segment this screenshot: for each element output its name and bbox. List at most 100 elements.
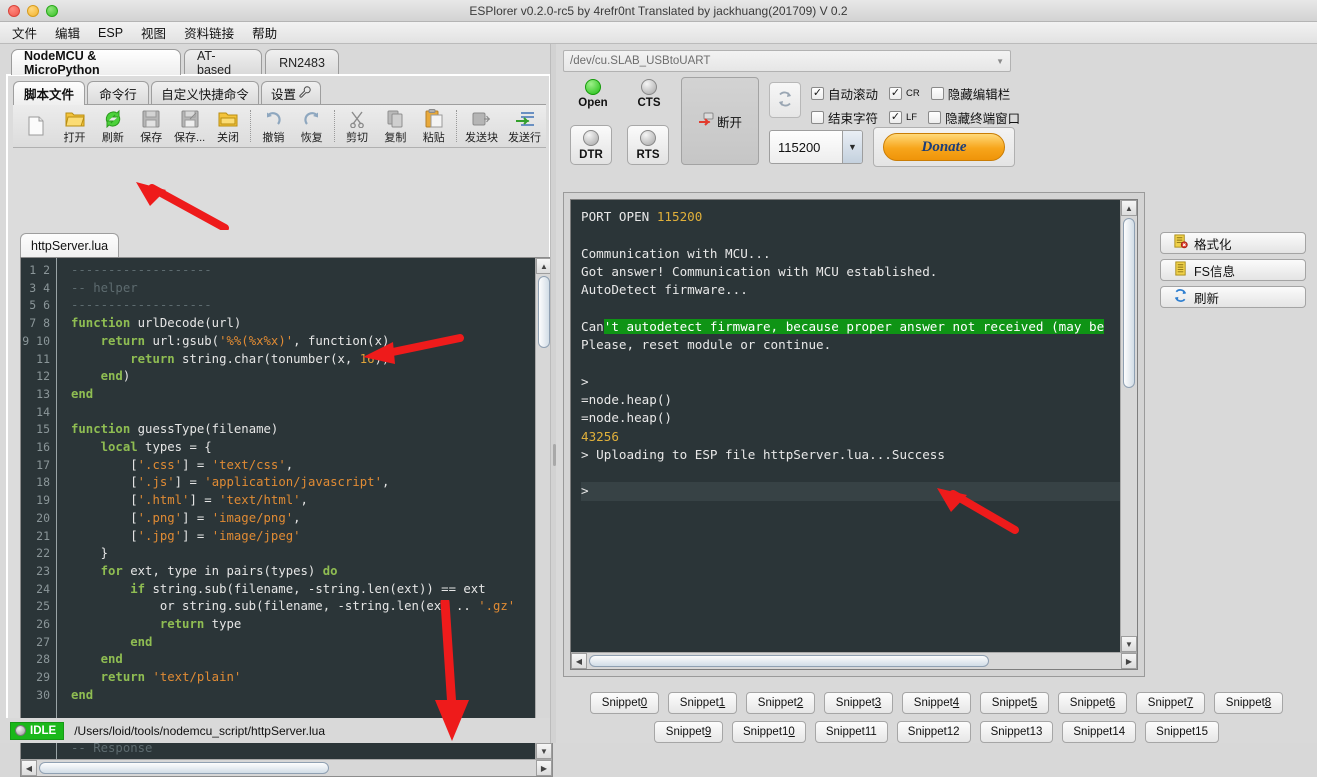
- snippet-button[interactable]: Snippet 7: [1136, 692, 1205, 714]
- donate-button[interactable]: Donate: [883, 133, 1005, 161]
- menu-esp[interactable]: ESP: [96, 25, 125, 41]
- hide-terminal-checkbox-box[interactable]: [928, 110, 942, 124]
- toolbar-cut[interactable]: 剪切: [338, 105, 376, 147]
- toolbar-open[interactable]: 打开: [55, 105, 93, 147]
- snippet-button[interactable]: Snippet 8: [1214, 692, 1283, 714]
- menu-help[interactable]: 帮助: [250, 22, 279, 43]
- snippet-button[interactable]: Snippet12: [896, 721, 971, 743]
- baudrate-combo[interactable]: 115200 ▼: [769, 130, 863, 164]
- disconnect-button[interactable]: 断开: [681, 77, 759, 165]
- snippet-button[interactable]: Snippet 4: [902, 692, 971, 714]
- tab-settings[interactable]: 设置: [261, 81, 321, 105]
- menu-links[interactable]: 资料链接: [182, 22, 236, 43]
- toolbar-save[interactable]: 保存: [132, 105, 170, 147]
- fs-info-button[interactable]: FS信息: [1160, 259, 1306, 281]
- terminal-horizontal-scrollbar[interactable]: ◀ ▶: [571, 652, 1137, 669]
- menu-view[interactable]: 视图: [139, 22, 168, 43]
- minimize-button[interactable]: [27, 5, 39, 17]
- toolbar-send-line[interactable]: 发送行: [503, 105, 546, 147]
- rts-button[interactable]: RTS: [627, 125, 669, 165]
- toolbar-redo[interactable]: 恢复: [293, 105, 331, 147]
- toolbar-send-block[interactable]: 发送块: [460, 105, 503, 147]
- toolbar-copy[interactable]: 复制: [376, 105, 414, 147]
- code-editor[interactable]: 1 2 3 4 5 6 7 8 9 10 11 12 13 14 15 16 1…: [20, 257, 553, 777]
- option-row-2: 结束字符 ✓ LF 隐藏终端窗口: [811, 105, 1031, 129]
- snippet-button[interactable]: Snippet 2: [746, 692, 815, 714]
- tab-nodemcu-micropython[interactable]: NodeMCU & MicroPython: [11, 49, 181, 77]
- fs-info-label: FS信息: [1194, 264, 1235, 279]
- toolbar-close-file[interactable]: 关闭: [209, 105, 247, 147]
- snippet-button[interactable]: Snippet 5: [980, 692, 1049, 714]
- tab-settings-label: 设置: [271, 88, 297, 102]
- scroll-left-arrow-icon[interactable]: ◀: [21, 760, 37, 776]
- editor-vscroll-thumb[interactable]: [538, 276, 550, 348]
- tab-rn2483[interactable]: RN2483: [265, 49, 339, 75]
- serial-port-combo[interactable]: /dev/cu.SLAB_USBtoUART ▼: [563, 50, 1011, 72]
- checkbox-hide-editor[interactable]: 隐藏编辑栏: [930, 84, 1010, 103]
- snippet-button[interactable]: Snippet 3: [824, 692, 893, 714]
- baudrate-chevron-down-icon[interactable]: ▼: [842, 131, 862, 163]
- toolbar-reload[interactable]: 刷新: [94, 105, 132, 147]
- terminator-checkbox-box[interactable]: [811, 110, 824, 124]
- terminal-scroll-down-arrow-icon[interactable]: ▼: [1121, 636, 1137, 652]
- zoom-button[interactable]: [46, 5, 58, 17]
- snippet-buttons: Snippet 0 Snippet 1 Snippet 2 Snippet 3 Snippet 4…: [556, 692, 1317, 750]
- toolbar-new-file[interactable]: [17, 105, 55, 147]
- tab-at-based[interactable]: AT-based: [184, 49, 262, 77]
- editor-horizontal-scrollbar[interactable]: ◀ ▶: [21, 759, 552, 776]
- terminal-vscroll-thumb[interactable]: [1123, 218, 1135, 388]
- file-tab-httpserver[interactable]: httpServer.lua: [20, 233, 120, 257]
- terminal-vertical-scrollbar[interactable]: ▲ ▼: [1120, 200, 1137, 652]
- refresh-files-button[interactable]: 刷新: [1160, 286, 1306, 308]
- disconnect-label: 断开: [716, 115, 742, 130]
- toolbar-undo[interactable]: 撤销: [254, 105, 292, 147]
- terminal-scroll-right-arrow-icon[interactable]: ▶: [1121, 653, 1137, 669]
- snippet-button[interactable]: Snippet 9: [654, 721, 724, 743]
- terminal-hscroll-thumb[interactable]: [589, 655, 989, 667]
- snippet-button[interactable]: Snippet 6: [1058, 692, 1127, 714]
- checkbox-autoscroll[interactable]: ✓ 自动滚动: [811, 84, 878, 103]
- refresh-ports-button[interactable]: [769, 82, 801, 118]
- checkbox-terminator[interactable]: 结束字符: [811, 108, 878, 127]
- tab-script-files[interactable]: 脚本文件: [13, 81, 85, 105]
- snippet-button[interactable]: Snippet1 0: [732, 721, 806, 743]
- cr-checkbox-box[interactable]: ✓: [889, 86, 903, 100]
- tab-custom-commands[interactable]: 自定义快捷命令: [151, 81, 259, 105]
- scroll-right-arrow-icon[interactable]: ▶: [536, 760, 552, 776]
- chevron-down-icon[interactable]: ▼: [996, 57, 1004, 66]
- code-text[interactable]: ------------------- -- helper ------------…: [58, 258, 535, 759]
- toolbar-reload-label: 刷新: [101, 131, 124, 144]
- editor-hscroll-thumb[interactable]: [39, 762, 329, 774]
- snippet-button[interactable]: Snippet 0: [590, 692, 659, 714]
- autoscroll-checkbox-box[interactable]: ✓: [811, 86, 824, 100]
- terminal-scroll-left-arrow-icon[interactable]: ◀: [571, 653, 587, 669]
- snippet-button[interactable]: Snippet11: [814, 721, 888, 743]
- checkbox-lf[interactable]: ✓ LF: [889, 110, 918, 124]
- close-folder-icon: [218, 108, 238, 128]
- toolbar-save-as[interactable]: 保存...: [170, 105, 208, 147]
- firmware-tab-row: NodeMCU & MicroPython AT-based RN2483: [6, 49, 551, 77]
- menu-file[interactable]: 文件: [10, 22, 39, 43]
- dtr-button[interactable]: DTR: [570, 125, 612, 165]
- tab-command-line[interactable]: 命令行: [87, 81, 149, 105]
- terminal-scroll-up-arrow-icon[interactable]: ▲: [1121, 200, 1137, 216]
- lf-checkbox-box[interactable]: ✓: [889, 110, 903, 124]
- snippet-button[interactable]: Snippet13: [979, 721, 1054, 743]
- checkbox-cr[interactable]: ✓ CR: [889, 86, 920, 100]
- snippet-button[interactable]: Snippet14: [1062, 721, 1137, 743]
- scroll-down-arrow-icon[interactable]: ▼: [536, 743, 552, 759]
- format-button[interactable]: 格式化: [1160, 232, 1306, 254]
- menu-edit[interactable]: 编辑: [53, 22, 82, 43]
- snippet-button[interactable]: Snippet 1: [668, 692, 737, 714]
- window-title: ESPlorer v0.2.0-rc5 by 4refr0nt Translat…: [469, 3, 848, 18]
- hide-editor-checkbox-box[interactable]: [930, 86, 944, 100]
- checkbox-hide-terminal[interactable]: 隐藏终端窗口: [928, 108, 1020, 127]
- snippet-button[interactable]: Snippet15: [1145, 721, 1219, 743]
- lf-label: LF: [906, 111, 918, 123]
- terminal-output[interactable]: PORT OPEN 115200 Communication with MCU.…: [570, 199, 1138, 670]
- save-as-icon: [181, 108, 199, 128]
- toolbar-paste[interactable]: 粘贴: [415, 105, 453, 147]
- close-button[interactable]: [8, 5, 20, 17]
- right-panel: /dev/cu.SLAB_USBtoUART ▼ Open CTS DTR RT…: [556, 44, 1317, 743]
- title-bar: ESPlorer v0.2.0-rc5 by 4refr0nt Translat…: [0, 0, 1317, 22]
